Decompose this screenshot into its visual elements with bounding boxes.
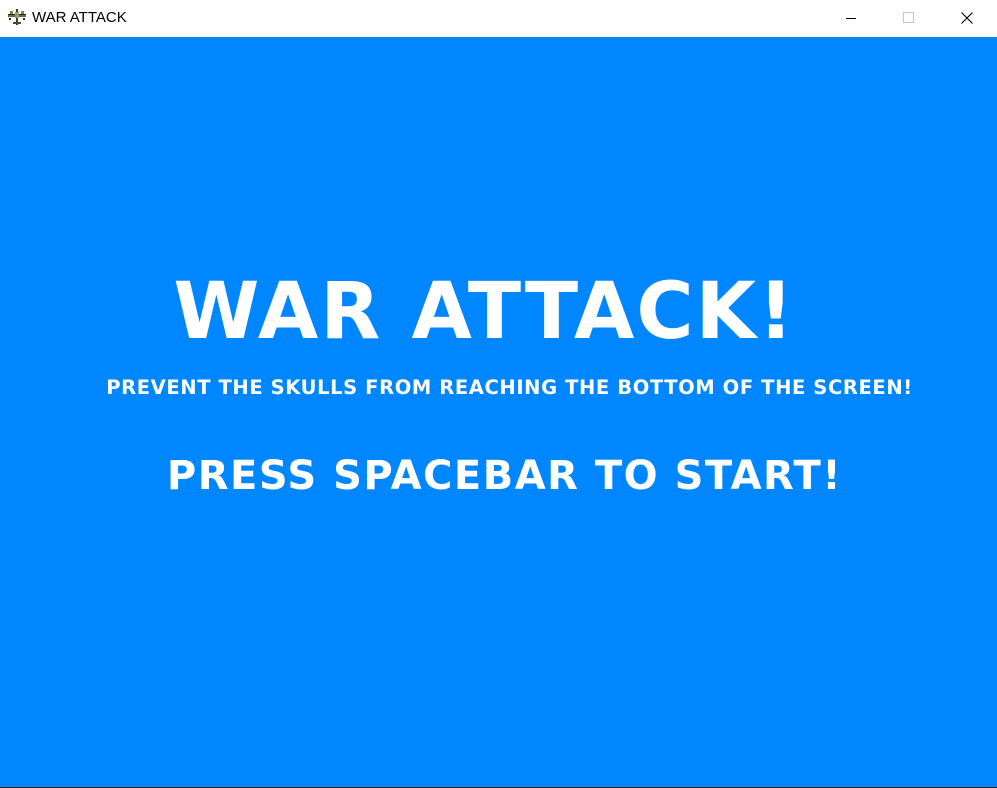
game-title: WAR ATTACK! — [173, 267, 796, 357]
game-window: WAR ATTACK WAR ATTACK! PREVENT THE SKULL… — [0, 0, 997, 788]
start-prompt: PRESS SPACEBAR TO START! — [166, 453, 843, 499]
title-bar[interactable]: WAR ATTACK — [0, 0, 997, 37]
window-title: WAR ATTACK — [32, 9, 127, 26]
minimize-icon — [845, 9, 857, 28]
maximize-icon — [903, 9, 915, 28]
close-icon — [961, 9, 973, 28]
maximize-button[interactable] — [880, 0, 938, 36]
instructions-text: PREVENT THE SKULLS FROM REACHING THE BOT… — [106, 376, 913, 399]
minimize-button[interactable] — [822, 0, 880, 36]
plane-icon — [7, 9, 27, 26]
close-button[interactable] — [938, 0, 996, 36]
game-canvas[interactable] — [0, 37, 997, 787]
